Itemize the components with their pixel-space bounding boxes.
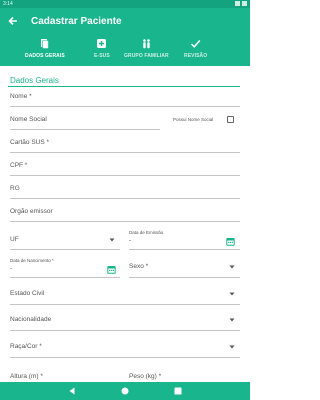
orgao-emissor-label: Orgão emissor [10,208,53,215]
chevron-down-icon [229,345,235,349]
tab-label: REVISÃO [184,53,208,59]
data-emissao-value: - [129,238,131,244]
peso-field[interactable]: Peso (kg) * [129,369,240,382]
sexo-label: Sexo * [129,263,149,270]
nome-label: Nome * [10,93,32,100]
rg-label: RG [10,185,20,192]
cartao-sus-label: Cartão SUS * [10,139,50,146]
battery-icon [242,1,247,6]
orgao-emissor-field[interactable]: Orgão emissor [10,205,240,223]
peso-label: Peso (kg) * [129,373,162,380]
estado-civil-label: Estado Civil [10,290,45,297]
nav-recents-icon[interactable] [173,386,183,396]
tab-label: GRUPO FAMILIAR [124,53,169,59]
document-icon [41,39,50,49]
nacionalidade-label: Nacionalidade [10,316,52,323]
chevron-down-icon [229,292,235,296]
data-emissao-label: Data de Emissão [129,230,164,235]
form-content: Dados Gerais Nome * Nome Social Possui N… [0,66,250,382]
nav-home-icon[interactable] [120,386,130,396]
cpf-label: CPF * [10,162,28,169]
status-icons [235,1,247,6]
medical-plus-icon [97,39,107,48]
cartao-sus-field[interactable]: Cartão SUS * [10,136,240,154]
possui-nome-social-checkbox[interactable] [227,116,234,123]
possui-nome-social-label-wrap: Possui Nome Social [173,115,223,125]
data-nascimento-field[interactable]: Data de Nascimento * - [10,256,120,278]
raca-cor-select[interactable]: Raça/Cor * [10,338,240,358]
data-nascimento-value: - [10,266,12,272]
wifi-icon [235,1,240,6]
app-bar: Cadastrar Paciente DADOS GERAIS E-SUS GR… [0,8,250,73]
nome-social-label: Nome Social [10,116,47,123]
tab-revisao[interactable]: REVISÃO [184,38,207,66]
chevron-down-icon [229,318,235,322]
back-arrow-icon[interactable] [6,15,20,29]
possui-nome-social-label: Possui Nome Social [173,117,214,122]
tab-grupo-familiar[interactable]: GRUPO FAMILIAR [124,38,169,66]
nome-field[interactable]: Nome * [10,90,240,108]
status-bar: 3:14 [0,0,250,8]
tab-label: E-SUS [94,53,110,59]
status-time: 3:14 [3,1,13,7]
rg-field[interactable]: RG [10,182,240,200]
uf-label: UF [10,236,19,243]
sexo-select[interactable]: Sexo * [129,258,240,278]
calendar-icon[interactable] [107,265,116,274]
uf-select[interactable]: UF [10,230,120,250]
section-title: Dados Gerais [10,76,59,85]
nav-back-icon[interactable] [67,386,77,396]
section-divider [8,86,240,87]
tab-dados-gerais[interactable]: DADOS GERAIS [25,38,65,66]
tab-e-sus[interactable]: E-SUS [94,38,110,66]
data-emissao-field[interactable]: Data de Emissão - [129,228,240,250]
raca-cor-label: Raça/Cor * [10,343,42,350]
nome-social-field[interactable]: Nome Social [10,113,160,131]
check-icon [191,40,201,48]
family-icon [143,39,150,49]
nacionalidade-select[interactable]: Nacionalidade [10,311,240,331]
navigation-bar [0,382,250,400]
chevron-down-icon [109,238,115,242]
altura-field[interactable]: Altura (m) * [10,369,120,382]
altura-label: Altura (m) * [10,373,43,380]
page-title: Cadastrar Paciente [31,16,122,27]
tab-label: DADOS GERAIS [25,53,65,59]
data-nascimento-label: Data de Nascimento * [10,258,54,263]
cpf-field[interactable]: CPF * [10,159,240,177]
estado-civil-select[interactable]: Estado Civil [10,285,240,305]
chevron-down-icon [229,265,235,269]
calendar-icon[interactable] [226,237,235,246]
